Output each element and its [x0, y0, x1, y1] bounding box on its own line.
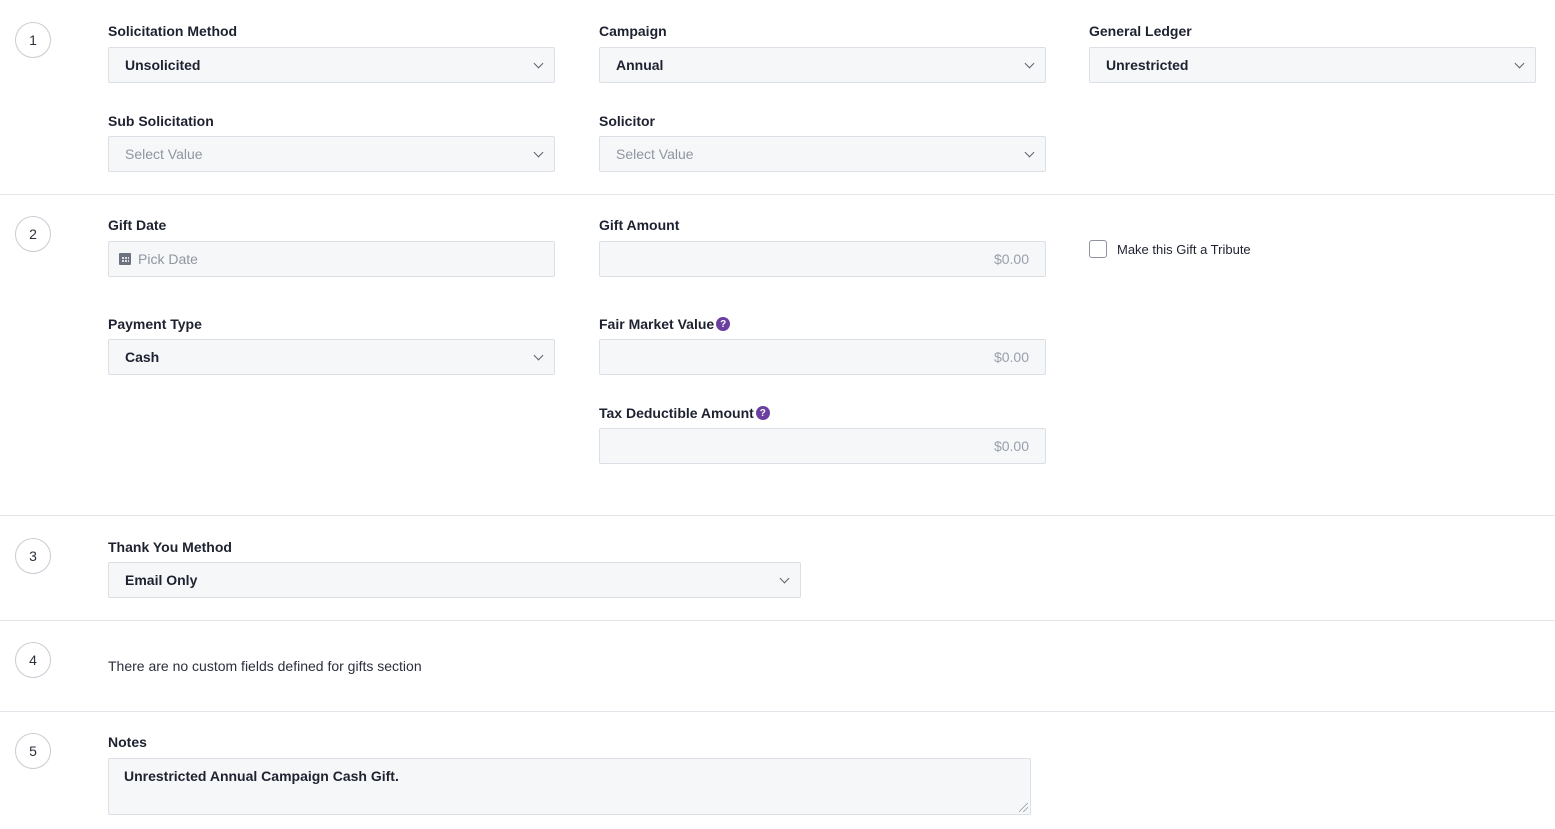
field-label: Thank You Method [108, 539, 232, 555]
help-icon[interactable]: ? [755, 406, 770, 420]
step-badge: 5 [15, 733, 51, 769]
solicitor-field: Solicitor [599, 112, 1046, 130]
gift-date-input[interactable]: Pick Date [108, 241, 555, 277]
date-placeholder: Pick Date [138, 251, 198, 267]
field-label: Notes [108, 734, 147, 750]
solicitation-method-field: Solicitation Method [108, 22, 555, 40]
select-placeholder: Select Value [616, 146, 694, 162]
select-placeholder: Select Value [125, 146, 203, 162]
amount-placeholder: $0.00 [993, 251, 1029, 267]
gift-date-field: Gift Date [108, 216, 555, 234]
gift-amount-input[interactable]: $0.00 [599, 241, 1046, 277]
chevron-down-icon [533, 350, 544, 361]
chevron-down-icon [779, 573, 790, 584]
sub-solicitation-select[interactable]: Select Value [108, 136, 555, 172]
tax-deductible-label: Tax Deductible Amount [599, 405, 754, 421]
field-label: Payment Type [108, 316, 202, 332]
notes-field: Notes [108, 733, 1031, 751]
chevron-down-icon [533, 58, 544, 69]
field-label: Gift Date [108, 217, 167, 233]
thank-you-method-select[interactable]: Email Only [108, 562, 801, 598]
select-value: Unrestricted [1106, 57, 1189, 73]
tax-deductible-field: Tax Deductible Amount ? [599, 404, 1046, 422]
select-value: Email Only [125, 572, 198, 588]
tax-deductible-input[interactable]: $0.00 [599, 428, 1046, 464]
step-badge: 4 [15, 642, 51, 678]
tribute-label: Make this Gift a Tribute [1117, 241, 1251, 257]
solicitation-method-select[interactable]: Unsolicited [108, 47, 555, 83]
section-4: 4 There are no custom fields defined for… [0, 621, 1555, 712]
step-badge: 1 [15, 22, 51, 58]
section-3: 3 Thank You Method Email Only [0, 516, 1555, 621]
select-value: Cash [125, 349, 160, 365]
resize-handle-icon[interactable] [1019, 803, 1028, 812]
field-label: Sub Solicitation [108, 113, 214, 129]
chevron-down-icon [1024, 58, 1035, 69]
notes-value: Unrestricted Annual Campaign Cash Gift. [124, 768, 399, 784]
general-ledger-field: General Ledger [1089, 22, 1536, 40]
section-5: 5 Notes Unrestricted Annual Campaign Cas… [0, 712, 1555, 829]
select-value: Unsolicited [125, 57, 201, 73]
calendar-icon [119, 253, 131, 265]
general-ledger-select[interactable]: Unrestricted [1089, 47, 1536, 83]
sub-solicitation-field: Sub Solicitation [108, 112, 555, 130]
thank-you-method-field: Thank You Method [108, 538, 801, 556]
fair-market-value-label: Fair Market Value [599, 316, 715, 332]
amount-placeholder: $0.00 [993, 438, 1029, 454]
amount-placeholder: $0.00 [993, 349, 1029, 365]
field-label: Campaign [599, 23, 667, 39]
campaign-select[interactable]: Annual [599, 47, 1046, 83]
custom-fields-message: There are no custom fields defined for g… [108, 658, 422, 674]
section-1: 1 Solicitation Method Unsolicited Campai… [0, 0, 1555, 195]
select-value: Annual [616, 57, 664, 73]
notes-textarea[interactable]: Unrestricted Annual Campaign Cash Gift. [108, 758, 1031, 815]
fair-market-value-field: Fair Market Value ? [599, 315, 1046, 333]
help-icon[interactable]: ? [716, 317, 731, 331]
field-label: Tax Deductible Amount ? [599, 404, 1046, 422]
fair-market-value-input[interactable]: $0.00 [599, 339, 1046, 375]
step-badge: 3 [15, 538, 51, 574]
field-label: Fair Market Value ? [599, 315, 1046, 333]
field-label: Solicitor [599, 113, 656, 129]
payment-type-select[interactable]: Cash [108, 339, 555, 375]
chevron-down-icon [1024, 147, 1035, 158]
section-2: 2 Gift Date Pick Date Gift Amount $0.00 … [0, 195, 1555, 516]
step-badge: 2 [15, 216, 51, 252]
field-label: Gift Amount [599, 217, 680, 233]
tribute-checkbox[interactable] [1089, 240, 1107, 258]
chevron-down-icon [533, 147, 544, 158]
payment-type-field: Payment Type [108, 315, 555, 333]
solicitor-select[interactable]: Select Value [599, 136, 1046, 172]
field-label: Solicitation Method [108, 23, 238, 39]
field-label: General Ledger [1089, 23, 1192, 39]
gift-amount-field: Gift Amount [599, 216, 1046, 234]
campaign-field: Campaign [599, 22, 1046, 40]
chevron-down-icon [1514, 58, 1525, 69]
tribute-option[interactable]: Make this Gift a Tribute [1089, 240, 1251, 258]
